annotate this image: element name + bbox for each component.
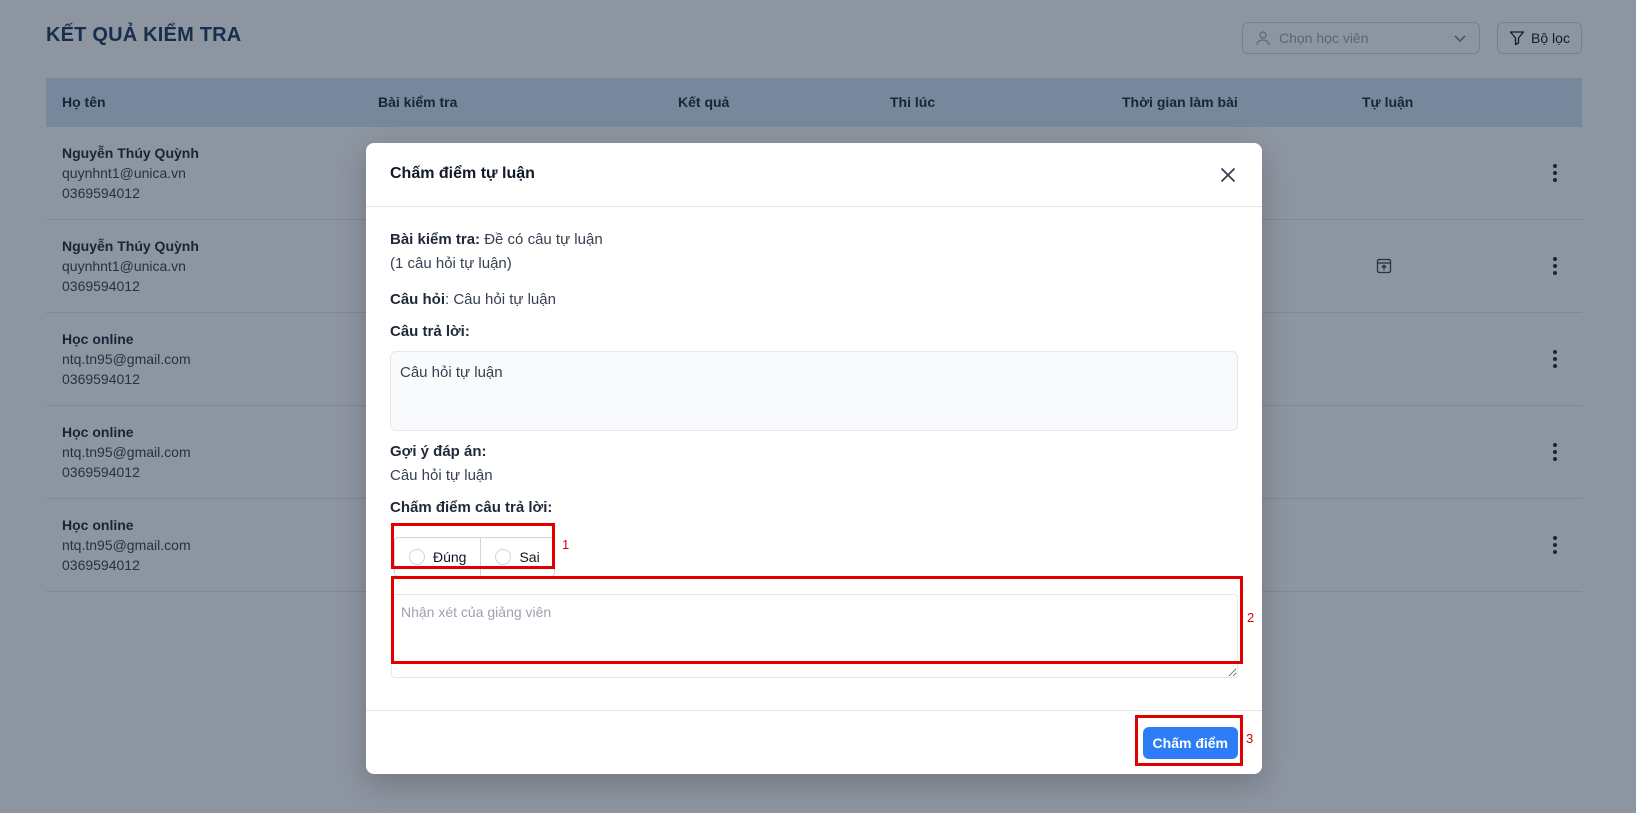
hint-label: Gợi ý đáp án:: [390, 443, 487, 460]
exam-count: (1 câu hỏi tự luận): [390, 255, 512, 272]
radio-wrong[interactable]: Sai: [480, 538, 553, 576]
exam-label: Bài kiểm tra:: [390, 231, 481, 248]
radio-circle[interactable]: [409, 549, 425, 565]
modal-title: Chấm điểm tự luận: [390, 165, 535, 182]
radio-circle[interactable]: [495, 549, 512, 565]
answer-box: Câu hỏi tự luận: [390, 351, 1238, 431]
radio-correct[interactable]: Đúng: [395, 538, 480, 576]
annotation-label-3: 3: [1246, 731, 1254, 746]
grade-essay-modal: Chấm điểm tự luận Bài kiểm tra: Đề có câ…: [366, 143, 1262, 774]
close-icon[interactable]: [1218, 165, 1238, 185]
question-label: Câu hỏi: [390, 291, 445, 308]
question-line: Câu hỏi: Câu hỏi tự luận: [390, 291, 556, 308]
grade-label: Chấm điểm câu trả lời:: [390, 499, 553, 516]
annotation-label-1: 1: [562, 537, 570, 552]
radio-wrong-label: Sai: [519, 549, 540, 565]
exam-line: Bài kiểm tra: Đề có câu tự luận: [390, 231, 603, 248]
question-value: : Câu hỏi tự luận: [445, 291, 556, 308]
annotation-label-2: 2: [1247, 610, 1255, 625]
instructor-comment-input[interactable]: [391, 594, 1238, 678]
grade-radio-group: Đúng Sai: [394, 537, 555, 577]
exam-value: Đề có câu tự luận: [484, 231, 603, 248]
modal-header: Chấm điểm tự luận: [366, 143, 1262, 207]
modal-footer: Chấm điểm: [366, 710, 1262, 774]
radio-correct-label: Đúng: [433, 549, 467, 565]
answer-label: Câu trả lời:: [390, 323, 470, 340]
grade-button[interactable]: Chấm điểm: [1142, 727, 1238, 759]
hint-value: Câu hỏi tự luận: [390, 467, 493, 484]
